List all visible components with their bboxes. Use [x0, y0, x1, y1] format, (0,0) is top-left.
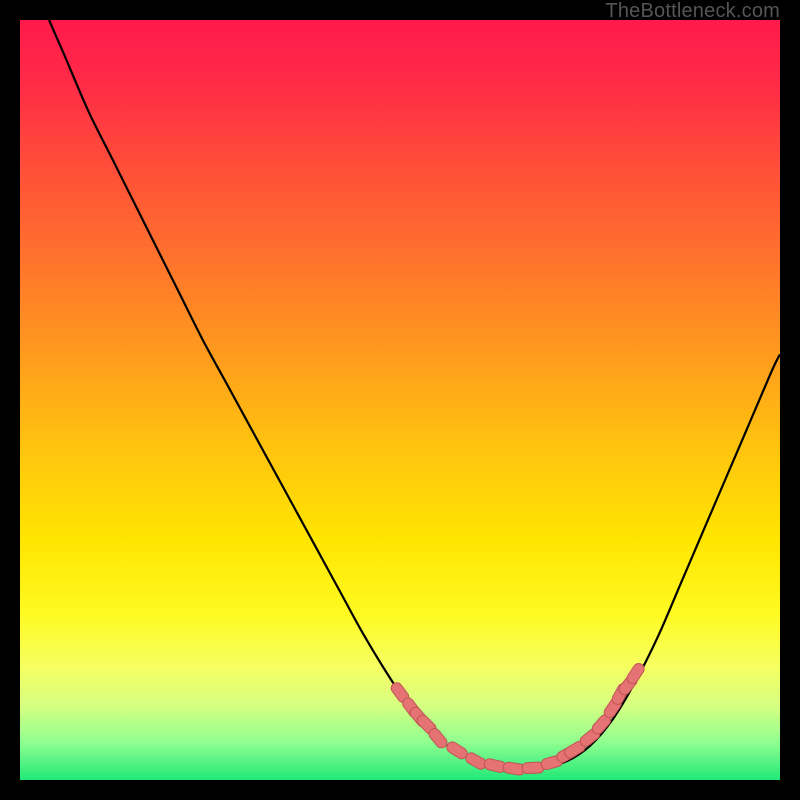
watermark-text: TheBottleneck.com [605, 0, 780, 23]
plot-area [20, 20, 780, 780]
bottleneck-curve [20, 20, 780, 769]
highlight-dot [464, 751, 489, 771]
highlight-markers [389, 661, 646, 775]
curve-layer [20, 20, 780, 780]
highlight-dot [625, 661, 646, 685]
